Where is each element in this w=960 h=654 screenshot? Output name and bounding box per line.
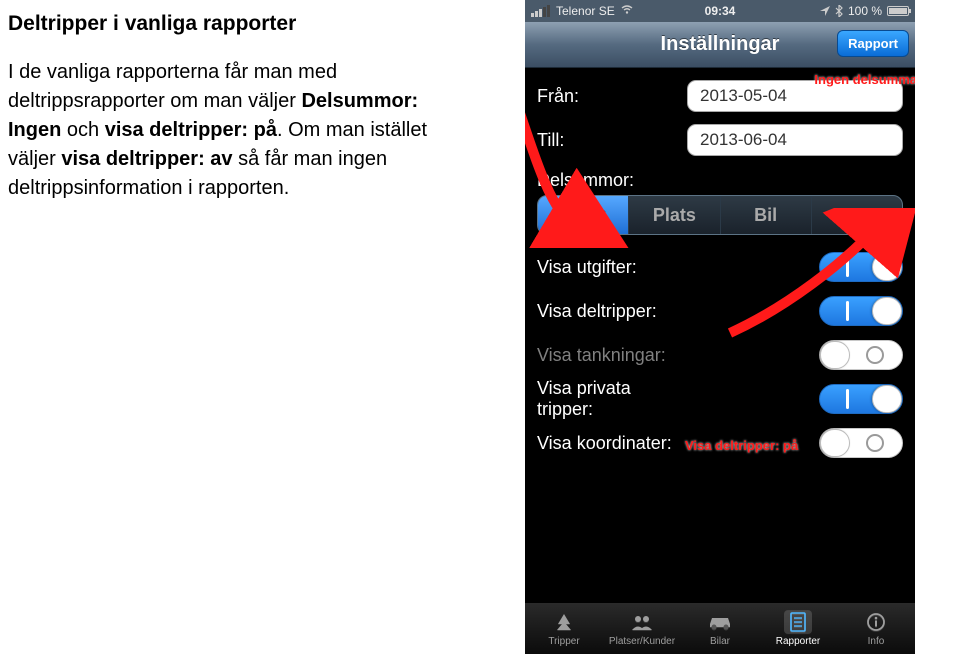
- seg-bil[interactable]: Bil: [721, 196, 812, 234]
- battery-icon: [887, 6, 909, 16]
- settings-content: Från: 2013-05-04 Till: 2013-06-04 Delsum…: [525, 68, 915, 602]
- people-icon: [628, 610, 656, 634]
- doc-text: och: [61, 119, 104, 141]
- car-icon: [706, 610, 734, 634]
- annot-visa-deltripper: Visa deltripper: på: [685, 438, 798, 453]
- annot-ingen-delsumma: Ingen delsumma: [814, 72, 915, 87]
- toggle-utgifter-label: Visa utgifter:: [537, 257, 687, 278]
- doc-bold-2: visa deltripper: på: [105, 119, 277, 141]
- seg-plats[interactable]: Plats: [629, 196, 720, 234]
- toggle-deltripper[interactable]: [819, 296, 903, 326]
- delsummor-label: Delsummor:: [525, 162, 915, 195]
- tab-label: Info: [868, 636, 885, 647]
- delsummor-segmented[interactable]: Ingen Plats Bil SKV: [537, 195, 903, 235]
- battery-pct: 100 %: [848, 4, 882, 18]
- toggle-deltripper-row: Visa deltripper:: [525, 289, 915, 333]
- tab-platser[interactable]: Platser/Kunder: [603, 603, 681, 654]
- wifi-icon: [621, 5, 633, 18]
- tab-tripper[interactable]: Tripper: [525, 603, 603, 654]
- toggle-tankningar[interactable]: [819, 340, 903, 370]
- doc-title: Deltripper i vanliga rapporter: [8, 12, 456, 36]
- to-row: Till: 2013-06-04: [525, 118, 915, 162]
- tab-label: Platser/Kunder: [609, 636, 675, 647]
- tab-label: Rapporter: [776, 636, 820, 647]
- toggle-koordinater[interactable]: [819, 428, 903, 458]
- to-label: Till:: [537, 130, 687, 151]
- screenshot-column: Telenor SE 09:34 100 % Inställningar Rap…: [480, 0, 960, 654]
- seg-skv[interactable]: SKV: [812, 196, 902, 234]
- tab-label: Tripper: [548, 636, 579, 647]
- status-bar: Telenor SE 09:34 100 %: [525, 0, 915, 22]
- nav-bar: Inställningar Rapport: [525, 22, 915, 68]
- location-icon: [820, 6, 830, 16]
- tab-rapporter[interactable]: Rapporter: [759, 603, 837, 654]
- toggle-utgifter[interactable]: [819, 252, 903, 282]
- nav-title: Inställningar: [661, 33, 780, 56]
- tab-bilar[interactable]: Bilar: [681, 603, 759, 654]
- report-icon: [784, 610, 812, 634]
- document-text-column: Deltripper i vanliga rapporter I de vanl…: [0, 0, 480, 654]
- toggle-tankningar-label: Visa tankningar:: [537, 345, 687, 366]
- signal-icon: [531, 5, 550, 17]
- doc-body: I de vanliga rapporterna får man med del…: [8, 58, 456, 203]
- tab-bar: Tripper Platser/Kunder Bilar Rapporter I…: [525, 602, 915, 654]
- doc-bold-3: visa deltripper: av: [61, 148, 232, 170]
- to-value: 2013-06-04: [700, 130, 787, 150]
- carrier-label: Telenor SE: [556, 4, 615, 18]
- toggle-tankningar-row: Visa tankningar:: [525, 333, 915, 377]
- rapport-button[interactable]: Rapport: [837, 30, 909, 57]
- doc-text: I de vanliga rapporterna får man med del…: [8, 61, 337, 112]
- to-field[interactable]: 2013-06-04: [687, 124, 903, 156]
- seg-ingen[interactable]: Ingen: [538, 196, 629, 234]
- toggle-privata[interactable]: [819, 384, 903, 414]
- tree-icon: [550, 610, 578, 634]
- bluetooth-icon: [835, 5, 843, 17]
- toggle-privata-row: Visa privata tripper:: [525, 377, 915, 421]
- toggle-koordinater-label: Visa koordinater:: [537, 433, 687, 454]
- tab-label: Bilar: [710, 636, 730, 647]
- toggle-deltripper-label: Visa deltripper:: [537, 301, 687, 322]
- toggle-utgifter-row: Visa utgifter:: [525, 245, 915, 289]
- tab-info[interactable]: Info: [837, 603, 915, 654]
- info-icon: [862, 610, 890, 634]
- from-value: 2013-05-04: [700, 86, 787, 106]
- from-label: Från:: [537, 86, 687, 107]
- status-right-icons: 100 %: [820, 4, 909, 18]
- phone-frame: Telenor SE 09:34 100 % Inställningar Rap…: [525, 0, 915, 654]
- toggle-privata-label: Visa privata tripper:: [537, 378, 687, 420]
- clock-label: 09:34: [705, 4, 736, 18]
